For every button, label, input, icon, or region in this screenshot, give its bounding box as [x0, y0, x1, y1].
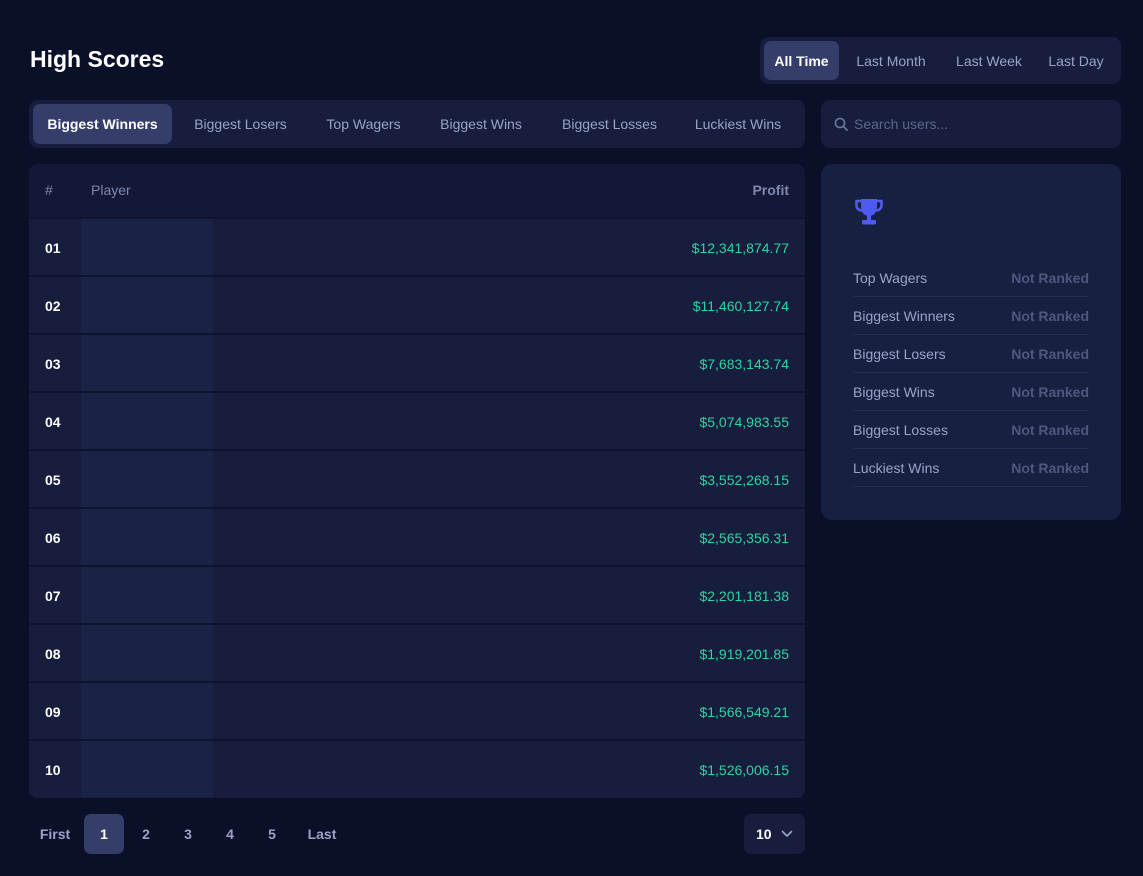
pagination: First 1 2 3 4 5 Last — [29, 814, 348, 854]
list-item: Top Wagers Not Ranked — [853, 259, 1089, 297]
page-title: High Scores — [30, 46, 165, 72]
player-cell[interactable] — [81, 277, 213, 333]
header-rank: # — [45, 182, 53, 198]
ranking-list: Top Wagers Not Ranked Biggest Winners No… — [853, 259, 1089, 487]
tab-biggest-losers[interactable]: Biggest Losers — [172, 104, 309, 144]
row-rank: 06 — [45, 530, 61, 546]
ranking-label: Biggest Winners — [853, 307, 955, 324]
row-rank: 07 — [45, 588, 61, 604]
row-profit: $5,074,983.55 — [699, 414, 789, 430]
player-cell[interactable] — [81, 335, 213, 391]
leaderboard-table: # Player Profit 01 $12,341,874.77 02 $11… — [29, 164, 805, 798]
search-icon — [834, 117, 848, 131]
chevron-down-icon — [781, 830, 792, 837]
row-profit: $3,552,268.15 — [699, 472, 789, 488]
row-rank: 01 — [45, 240, 61, 256]
tab-biggest-winners[interactable]: Biggest Winners — [33, 104, 172, 144]
list-item: Luckiest Wins Not Ranked — [853, 449, 1089, 487]
row-rank: 03 — [45, 356, 61, 372]
tab-last-week[interactable]: Last Week — [943, 41, 1035, 80]
row-rank: 02 — [45, 298, 61, 314]
page: High Scores All Time Last Month Last Wee… — [0, 0, 1143, 876]
table-row[interactable]: 01 $12,341,874.77 — [29, 217, 805, 275]
category-tabs: Biggest Winners Biggest Losers Top Wager… — [29, 100, 805, 148]
page-last-button[interactable]: Last — [296, 814, 348, 854]
row-rank: 05 — [45, 472, 61, 488]
player-cell[interactable] — [81, 683, 213, 739]
tab-last-month[interactable]: Last Month — [839, 41, 943, 80]
page-3-button[interactable]: 3 — [168, 814, 208, 854]
row-rank: 04 — [45, 414, 61, 430]
table-row[interactable]: 10 $1,526,006.15 — [29, 739, 805, 797]
tab-biggest-losses[interactable]: Biggest Losses — [544, 104, 675, 144]
page-4-button[interactable]: 4 — [210, 814, 250, 854]
ranking-value: Not Ranked — [1011, 383, 1089, 400]
page-1-button[interactable]: 1 — [84, 814, 124, 854]
list-item: Biggest Losses Not Ranked — [853, 411, 1089, 449]
trophy-icon — [855, 199, 883, 225]
tab-top-wagers[interactable]: Top Wagers — [309, 104, 418, 144]
tab-last-day[interactable]: Last Day — [1035, 41, 1117, 80]
table-row[interactable]: 03 $7,683,143.74 — [29, 333, 805, 391]
ranking-label: Biggest Losses — [853, 421, 948, 438]
table-row[interactable]: 02 $11,460,127.74 — [29, 275, 805, 333]
row-profit: $1,566,549.21 — [699, 704, 789, 720]
ranking-label: Luckiest Wins — [853, 459, 940, 476]
row-profit: $12,341,874.77 — [691, 240, 789, 256]
row-profit: $1,919,201.85 — [699, 646, 789, 662]
row-profit: $11,460,127.74 — [692, 298, 789, 314]
page-first-button[interactable]: First — [29, 814, 81, 854]
row-profit: $2,201,181.38 — [699, 588, 789, 604]
search-input[interactable] — [854, 116, 1104, 132]
per-page-select[interactable]: 10 — [744, 814, 805, 854]
per-page-value: 10 — [756, 826, 772, 842]
row-rank: 10 — [45, 762, 61, 778]
header-profit: Profit — [752, 182, 789, 198]
row-rank: 09 — [45, 704, 61, 720]
search-box[interactable] — [821, 100, 1121, 148]
ranking-label: Biggest Wins — [853, 383, 935, 400]
tab-all-time[interactable]: All Time — [764, 41, 839, 80]
player-cell[interactable] — [81, 451, 213, 507]
table-header: # Player Profit — [29, 164, 805, 217]
page-2-button[interactable]: 2 — [126, 814, 166, 854]
header-player: Player — [91, 182, 131, 198]
table-row[interactable]: 08 $1,919,201.85 — [29, 623, 805, 681]
period-tabs: All Time Last Month Last Week Last Day — [760, 37, 1121, 84]
player-cell[interactable] — [81, 741, 213, 797]
row-profit: $1,526,006.15 — [699, 762, 789, 778]
my-rankings-card: Top Wagers Not Ranked Biggest Winners No… — [821, 164, 1121, 520]
ranking-value: Not Ranked — [1011, 345, 1089, 362]
list-item: Biggest Winners Not Ranked — [853, 297, 1089, 335]
ranking-label: Biggest Losers — [853, 345, 946, 362]
ranking-value: Not Ranked — [1011, 307, 1089, 324]
player-cell[interactable] — [81, 219, 213, 275]
table-row[interactable]: 07 $2,201,181.38 — [29, 565, 805, 623]
table-row[interactable]: 09 $1,566,549.21 — [29, 681, 805, 739]
row-profit: $7,683,143.74 — [699, 356, 789, 372]
row-rank: 08 — [45, 646, 61, 662]
player-cell[interactable] — [81, 393, 213, 449]
table-row[interactable]: 04 $5,074,983.55 — [29, 391, 805, 449]
list-item: Biggest Wins Not Ranked — [853, 373, 1089, 411]
ranking-value: Not Ranked — [1011, 269, 1089, 286]
player-cell[interactable] — [81, 625, 213, 681]
ranking-value: Not Ranked — [1011, 421, 1089, 438]
ranking-value: Not Ranked — [1011, 459, 1089, 476]
ranking-label: Top Wagers — [853, 269, 928, 286]
table-row[interactable]: 05 $3,552,268.15 — [29, 449, 805, 507]
page-5-button[interactable]: 5 — [252, 814, 292, 854]
tab-luckiest-wins[interactable]: Luckiest Wins — [675, 104, 801, 144]
tab-biggest-wins[interactable]: Biggest Wins — [418, 104, 544, 144]
list-item: Biggest Losers Not Ranked — [853, 335, 1089, 373]
table-row[interactable]: 06 $2,565,356.31 — [29, 507, 805, 565]
player-cell[interactable] — [81, 567, 213, 623]
row-profit: $2,565,356.31 — [699, 530, 789, 546]
player-cell[interactable] — [81, 509, 213, 565]
